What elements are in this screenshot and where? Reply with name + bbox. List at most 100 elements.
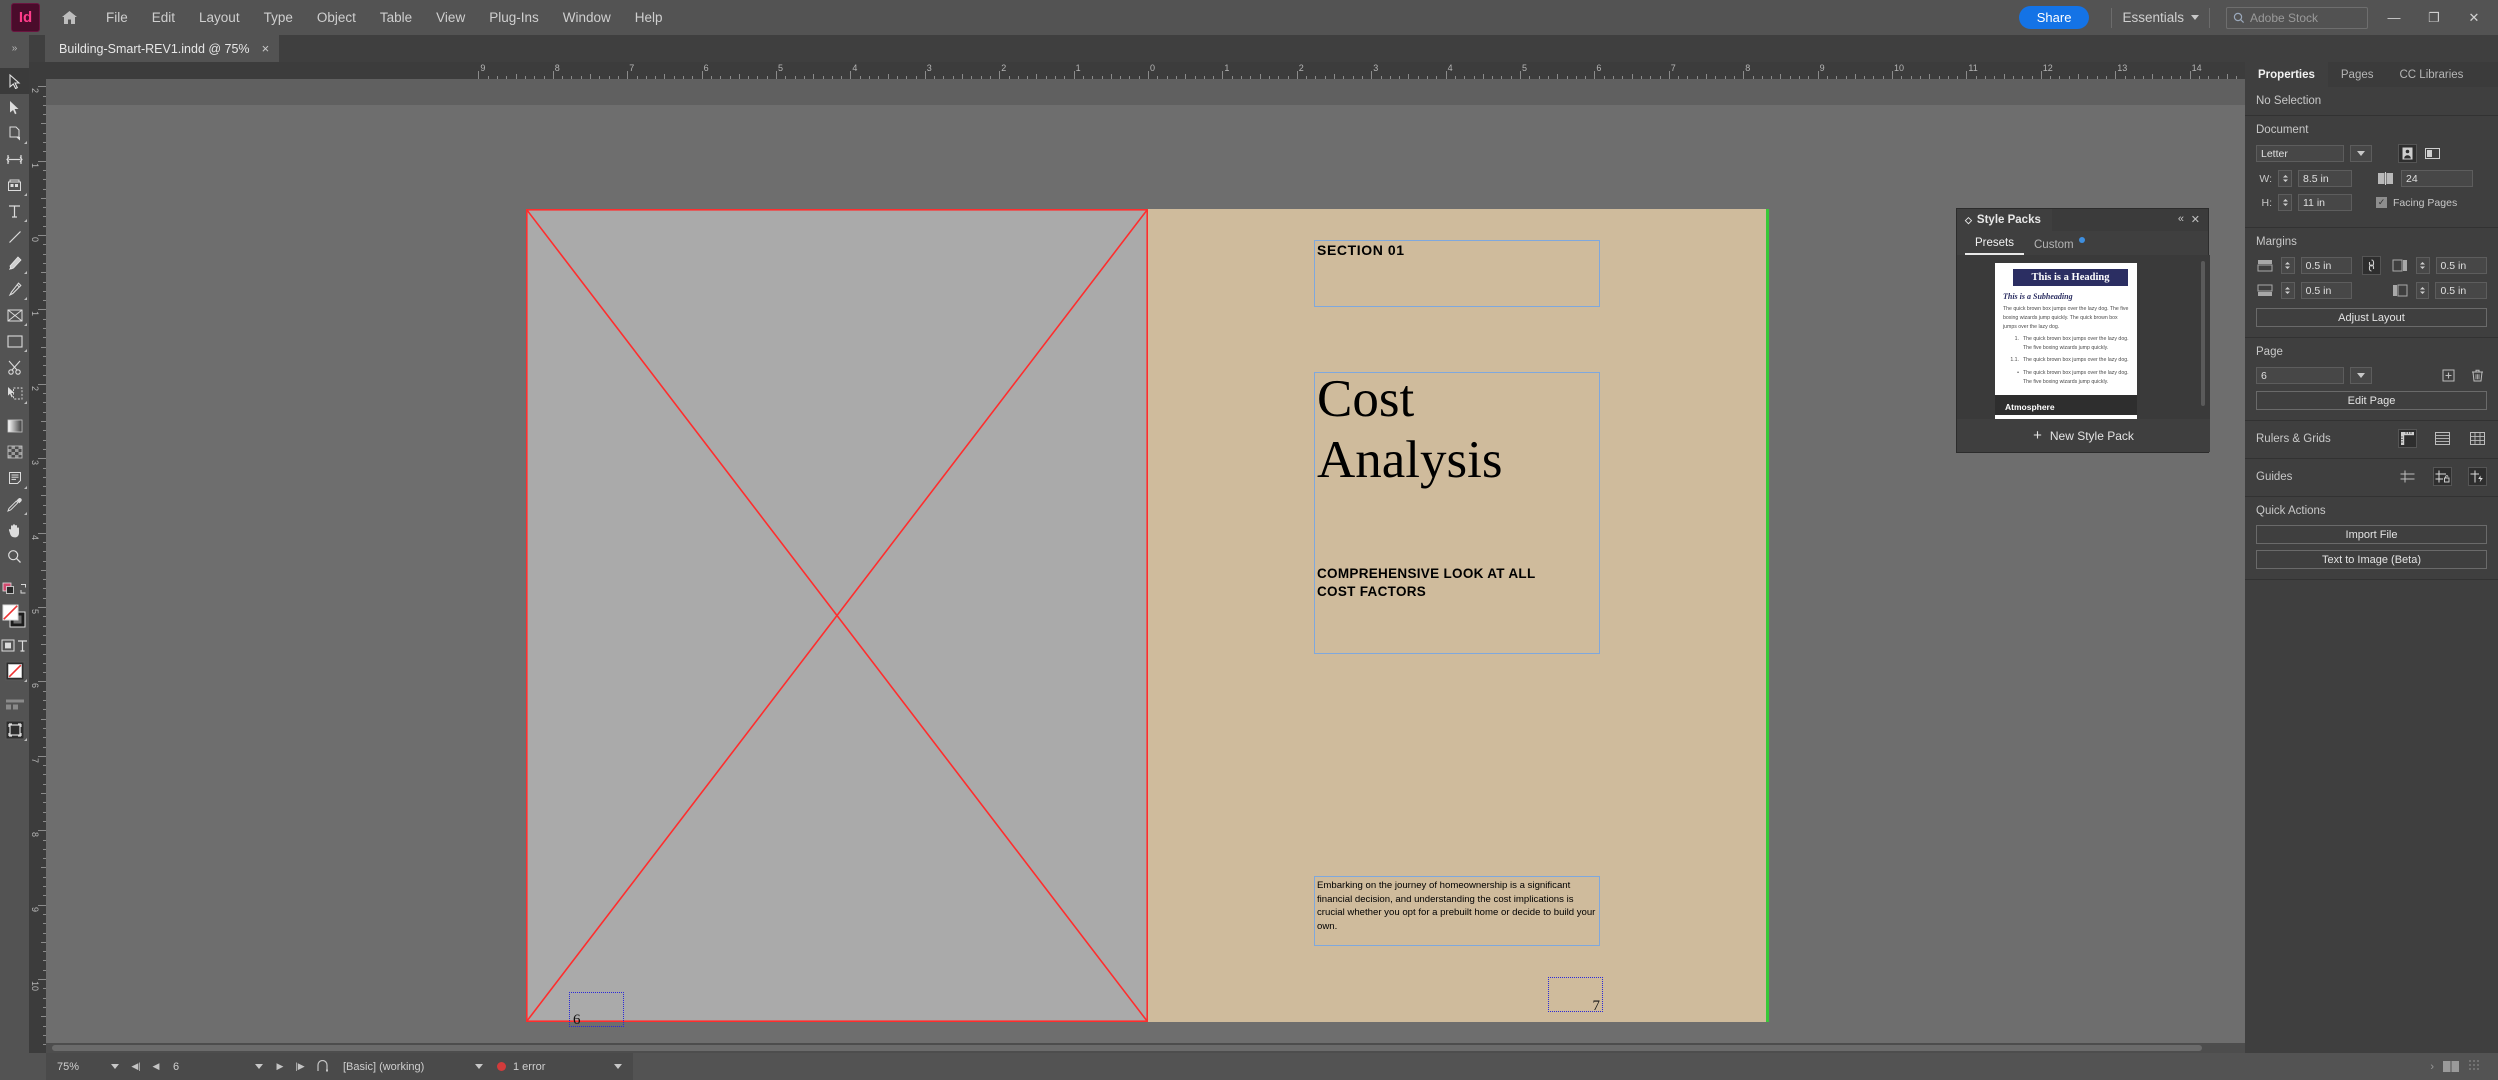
preflight-profile-select[interactable]: [Basic] (working) (338, 1061, 488, 1073)
free-transform-tool[interactable] (0, 380, 29, 406)
style-packs-list[interactable]: This is a Heading This is a Subheading T… (1957, 255, 2210, 421)
page-preset-chevron[interactable] (2350, 145, 2372, 162)
title-frame[interactable]: Cost Analysis COMPREHENSIVE LOOK AT ALL … (1314, 370, 1600, 654)
collapse-panel-icon[interactable]: « (2178, 213, 2184, 225)
note-tool[interactable] (0, 465, 29, 491)
next-page-icon[interactable]: ▶ (272, 1058, 288, 1076)
zoom-level-select[interactable]: 75% (52, 1061, 124, 1073)
page-left[interactable]: 6 (526, 209, 1148, 1028)
zoom-tool[interactable] (0, 543, 29, 569)
fill-stroke-swap[interactable] (0, 576, 29, 602)
share-button[interactable]: Share (2018, 6, 2090, 29)
preflight-errors[interactable]: 1 error (492, 1061, 627, 1073)
tab-cc-libraries[interactable]: CC Libraries (2387, 62, 2477, 87)
page-number-select[interactable]: 6 (168, 1061, 268, 1073)
rulers-icon[interactable] (2398, 429, 2417, 448)
vertical-ruler[interactable]: 2101234567891011 (29, 79, 46, 1053)
first-page-icon[interactable]: ◀| (128, 1058, 144, 1076)
gradient-feather-tool[interactable] (0, 439, 29, 465)
resize-grip[interactable] (2468, 1059, 2490, 1075)
page-preset-select[interactable]: Letter (2256, 145, 2344, 162)
section-label-frame[interactable]: SECTION 01 (1314, 240, 1600, 307)
frame-tool[interactable] (0, 302, 29, 328)
text-to-image-button[interactable]: Text to Image (Beta) (2256, 550, 2487, 569)
adjust-layout-button[interactable]: Adjust Layout (2256, 308, 2487, 327)
pencil-tool[interactable] (0, 276, 29, 302)
number-of-pages-field[interactable]: 24 (2401, 170, 2473, 187)
landscape-icon[interactable] (2423, 144, 2442, 163)
import-file-button[interactable]: Import File (2256, 525, 2487, 544)
new-style-pack-button[interactable]: + New Style Pack (2033, 427, 2134, 444)
home-icon[interactable] (54, 0, 84, 35)
page-select[interactable]: 6 (2256, 367, 2344, 384)
menu-edit[interactable]: Edit (140, 0, 187, 35)
width-stepper[interactable] (2278, 170, 2292, 187)
tab-properties[interactable]: Properties (2245, 62, 2328, 87)
style-packs-panel[interactable]: ◇ Style Packs « ✕ Presets Custom This is… (1956, 208, 2210, 453)
menu-view[interactable]: View (424, 0, 477, 35)
fill-stroke-proxy[interactable] (0, 602, 29, 632)
minimize-button[interactable]: — (2374, 0, 2414, 35)
menu-file[interactable]: File (94, 0, 140, 35)
last-page-icon[interactable]: |▶ (292, 1058, 308, 1076)
apply-none[interactable] (0, 658, 29, 684)
menu-type[interactable]: Type (252, 0, 305, 35)
lock-guides-icon[interactable] (2433, 467, 2452, 486)
horizontal-scrollbar[interactable] (46, 1043, 2245, 1053)
page-layout-icon[interactable] (2438, 1058, 2464, 1076)
restore-button[interactable]: ❐ (2414, 0, 2454, 35)
link-icon[interactable] (2362, 256, 2381, 275)
tab-presets[interactable]: Presets (1965, 237, 2024, 255)
page-tool[interactable] (0, 120, 29, 146)
margin-top-field[interactable]: 0.5 in (2300, 257, 2353, 274)
scrollbar-thumb[interactable] (52, 1045, 2202, 1051)
height-field[interactable]: 11 in (2298, 194, 2352, 211)
formatting-affects-container[interactable] (0, 632, 29, 658)
menu-table[interactable]: Table (368, 0, 424, 35)
eyedropper-tool[interactable] (0, 491, 29, 517)
menu-window[interactable]: Window (551, 0, 623, 35)
width-field[interactable]: 8.5 in (2298, 170, 2352, 187)
spread-view-icon[interactable] (312, 1058, 334, 1076)
adobe-stock-search[interactable]: Adobe Stock (2226, 6, 2368, 29)
style-packs-tab[interactable]: ◇ Style Packs (1957, 209, 2052, 231)
document-canvas[interactable]: 6 SECTION 01 Cost Analysis COMPREHENSIVE… (46, 79, 2245, 1053)
margin-right-stepper[interactable] (2415, 257, 2430, 274)
portrait-icon[interactable] (2398, 144, 2417, 163)
content-collector-tool[interactable] (0, 172, 29, 198)
close-button[interactable]: ✕ (2454, 0, 2494, 35)
margin-top-stepper[interactable] (2280, 257, 2295, 274)
menu-help[interactable]: Help (623, 0, 675, 35)
margin-right-field[interactable]: 0.5 in (2435, 257, 2488, 274)
scissors-tool[interactable] (0, 354, 29, 380)
add-page-icon[interactable] (2439, 366, 2458, 385)
delete-page-icon[interactable] (2468, 366, 2487, 385)
baseline-grid-icon[interactable] (2433, 429, 2452, 448)
gradient-swatch-tool[interactable] (0, 413, 29, 439)
facing-pages-checkbox[interactable]: ✓ (2376, 197, 2387, 208)
body-frame[interactable]: Embarking on the journey of homeownershi… (1314, 876, 1600, 946)
rectangle-tool[interactable] (0, 328, 29, 354)
margin-left-stepper[interactable] (2415, 282, 2430, 299)
horizontal-ruler[interactable]: 9 8 7 6 5 4 3 2 1 0 1 2 3 4 5 6 7 8 9 10 11 12 13 14 (29, 62, 2245, 79)
tab-custom[interactable]: Custom (2024, 237, 2085, 255)
line-tool[interactable] (0, 224, 29, 250)
style-packs-titlebar[interactable]: ◇ Style Packs « ✕ (1957, 209, 2208, 231)
smart-guides-icon[interactable] (2468, 467, 2487, 486)
style-pack-card[interactable]: This is a Heading This is a Subheading T… (1995, 263, 2137, 419)
close-tab-icon[interactable]: × (262, 41, 270, 56)
screen-mode[interactable] (0, 717, 29, 743)
margin-left-field[interactable]: 0.5 in (2435, 282, 2487, 299)
prev-page-icon[interactable]: ◀ (148, 1058, 164, 1076)
direct-selection-tool[interactable] (0, 94, 29, 120)
gap-tool[interactable] (0, 146, 29, 172)
pen-tool[interactable] (0, 250, 29, 276)
workspace-switcher[interactable]: Essentials (2122, 10, 2199, 25)
panel-dock-toggle[interactable]: » (0, 35, 29, 62)
selection-tool[interactable] (0, 68, 29, 94)
height-stepper[interactable] (2278, 194, 2292, 211)
page-number-marker-left[interactable]: 6 (569, 992, 624, 1028)
tab-pages[interactable]: Pages (2328, 62, 2387, 87)
normal-view-mode[interactable] (0, 691, 29, 717)
expand-icon[interactable]: › (2430, 1061, 2434, 1073)
